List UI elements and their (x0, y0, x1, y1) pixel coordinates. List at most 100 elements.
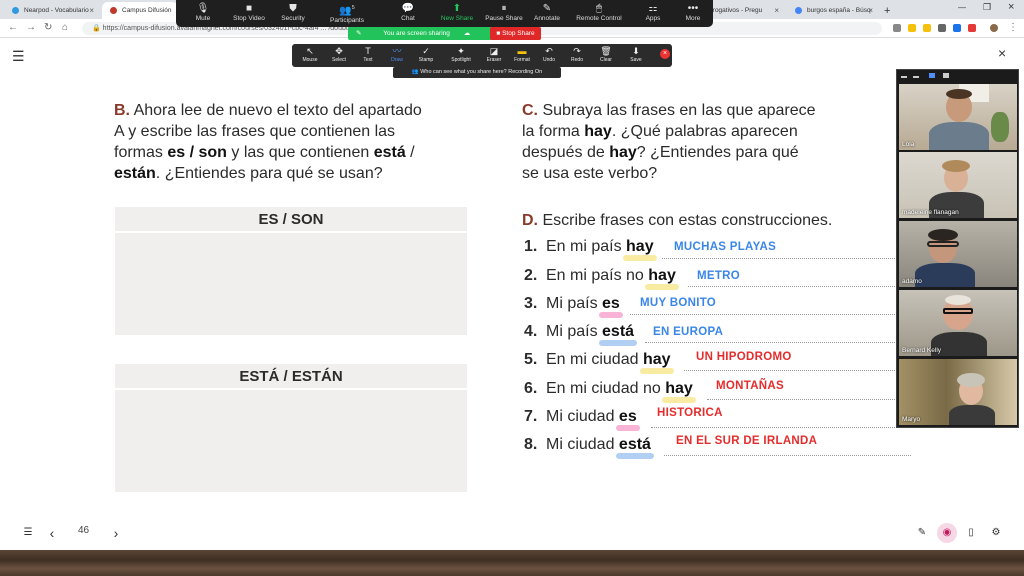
puzzle-icon[interactable] (938, 24, 946, 32)
nearpod-favicon-icon (12, 7, 19, 14)
reload-icon[interactable]: ↻ (44, 22, 52, 33)
participant-count-badge: 5 (351, 5, 355, 11)
answer-3: MUY BONITO (640, 297, 717, 309)
save-download-icon: ⬇ (632, 46, 640, 56)
reader-bottom-bar: ☰ ‹ 46 › ✎ ◉ ▯ ⚙ (0, 515, 1024, 551)
pin-icon: ✎ (356, 30, 362, 37)
next-page-button[interactable]: › (106, 523, 126, 543)
stop-share-button[interactable]: ■ Stop Share (490, 27, 541, 40)
minimize-window-icon[interactable]: — (958, 3, 966, 12)
close-tab-icon[interactable]: × (868, 6, 873, 15)
settings-gear-icon[interactable]: ⚙ (986, 523, 1006, 543)
star-icon[interactable] (908, 24, 916, 32)
security-button[interactable]: ⛊ Security (266, 2, 320, 22)
remote-control-button[interactable]: 🖱 Remote Control (571, 2, 627, 22)
list-item: 1. En mi país hay (524, 238, 657, 261)
zoom-meeting-toolbar: 🎙 Mute ■ Stop Video ⛊ Security 👥5 Participan… (176, 0, 713, 27)
eraser-icon: ◪ (489, 46, 499, 56)
recording-notice[interactable]: 👥 Who can see what you share here? Recor… (393, 67, 561, 78)
back-icon[interactable]: ← (8, 22, 18, 33)
participant-video[interactable]: adamo (899, 221, 1017, 287)
edit-notes-icon[interactable]: ✎ (912, 523, 932, 543)
gallery-view-icon[interactable] (943, 73, 949, 78)
exercise-d-instructions: D. Escribe frases con estas construccion… (522, 212, 833, 229)
panel-view-controls (897, 70, 1018, 82)
participants-button[interactable]: 👥5 Participants (320, 2, 374, 24)
forward-icon[interactable]: → (26, 22, 36, 33)
strip-view-icon[interactable] (929, 73, 935, 78)
tool-format[interactable]: ▬ Format (508, 45, 536, 63)
answer-7: HISTORICA (657, 407, 723, 419)
new-share-button[interactable]: ⬆ New Share (430, 2, 484, 22)
annotation-toolbar: ↖ Mouse ✥ Select T Text 〰 Draw ✓ Stamp ✦ Spotl… (292, 44, 672, 67)
format-color-icon: ▬ (517, 46, 527, 56)
browser-tab[interactable]: burgos españa - Búsq × (787, 2, 879, 19)
extension-icon[interactable] (953, 24, 961, 32)
list-view-icon[interactable]: ☰ (18, 523, 38, 543)
esta-estan-answer-box[interactable]: ESTÁ / ESTÁN (115, 364, 467, 492)
list-item: 5. En mi ciudad hay (524, 351, 674, 374)
participant-video[interactable]: Maryo (899, 359, 1017, 425)
close-annotation-icon[interactable]: × (660, 49, 670, 59)
tool-text[interactable]: T Text (354, 45, 382, 63)
tool-redo[interactable]: ↷ Redo (563, 45, 591, 63)
writing-line (684, 370, 897, 371)
home-icon[interactable]: ⌂ (62, 22, 68, 33)
esta-estan-header: ESTÁ / ESTÁN (115, 364, 467, 390)
list-item: 3. Mi país es (524, 295, 623, 318)
list-item: 6. En mi ciudad no hay (524, 380, 696, 403)
close-window-icon[interactable]: × (1008, 1, 1014, 13)
close-tab-icon[interactable]: × (774, 6, 779, 15)
minimize-panel-icon[interactable] (901, 76, 907, 78)
list-item: 7. Mi ciudad es (524, 408, 640, 431)
close-icon[interactable]: × (998, 45, 1006, 61)
tool-select[interactable]: ✥ Select (325, 45, 353, 63)
writing-line (707, 399, 897, 400)
es-son-answer-box[interactable]: ES / SON (115, 207, 467, 335)
visibility-eye-icon[interactable]: ◉ (937, 523, 957, 543)
tool-save[interactable]: ⬇ Save (622, 45, 650, 63)
undo-icon: ↶ (545, 46, 553, 56)
participant-video[interactable]: Lola (899, 84, 1017, 150)
chat-button[interactable]: 💬 Chat (381, 2, 435, 22)
sharing-cloud-icon: ☁ (463, 30, 471, 37)
writing-line (664, 455, 911, 456)
tool-clear[interactable]: 🗑 Clear (592, 45, 620, 63)
participant-video[interactable]: Bernard Kelly (899, 290, 1017, 356)
share-arrow-icon: ⬆ (452, 3, 462, 14)
participant-video[interactable]: madeleine flanagan (899, 152, 1017, 218)
text-icon: T (365, 46, 371, 56)
previous-page-button[interactable]: ‹ (42, 523, 62, 543)
answer-2: METRO (697, 270, 741, 282)
profile-avatar[interactable] (990, 24, 998, 32)
new-tab-button[interactable]: + (880, 2, 896, 19)
hide-panel-icon[interactable] (913, 76, 919, 78)
more-button[interactable]: ••• More (666, 2, 720, 22)
extension-icon[interactable] (923, 24, 931, 32)
desktop-background (0, 550, 1024, 576)
tool-stamp[interactable]: ✓ Stamp (412, 45, 440, 63)
menu-list-icon[interactable]: ☰ (12, 48, 25, 65)
chat-bubble-icon: 💬 (401, 3, 415, 14)
extension-icon[interactable] (893, 24, 901, 32)
tool-spotlight[interactable]: ✦ Spotlight (447, 45, 475, 63)
extension-icon[interactable] (968, 24, 976, 32)
mouse-icon: 🖱 (596, 3, 602, 14)
more-dots-icon: ••• (687, 3, 699, 14)
annotate-button[interactable]: ✎ Annotate (520, 2, 574, 22)
exercise-c-instructions: C. Subraya las frases en las que aparece… (522, 102, 816, 182)
browser-menu-icon[interactable]: ⋮ (1008, 22, 1018, 33)
stamp-check-icon: ✓ (422, 46, 430, 56)
close-tab-icon[interactable]: × (89, 6, 94, 15)
maximize-window-icon[interactable]: ❐ (983, 2, 991, 13)
notebook-icon[interactable]: ▯ (961, 523, 981, 543)
list-item: 4. Mi país está (524, 323, 638, 346)
tool-mouse[interactable]: ↖ Mouse (296, 45, 324, 63)
tool-draw[interactable]: 〰 Draw (383, 45, 411, 63)
google-favicon-icon (795, 7, 802, 14)
browser-tab[interactable]: Nearpod - Vocabulario × (4, 2, 100, 19)
browser-tab-active[interactable]: Campus Difusión (102, 2, 178, 19)
lock-icon: 🔒 (92, 25, 103, 32)
tool-eraser[interactable]: ◪ Eraser (480, 45, 508, 63)
tool-undo[interactable]: ↶ Undo (535, 45, 563, 63)
